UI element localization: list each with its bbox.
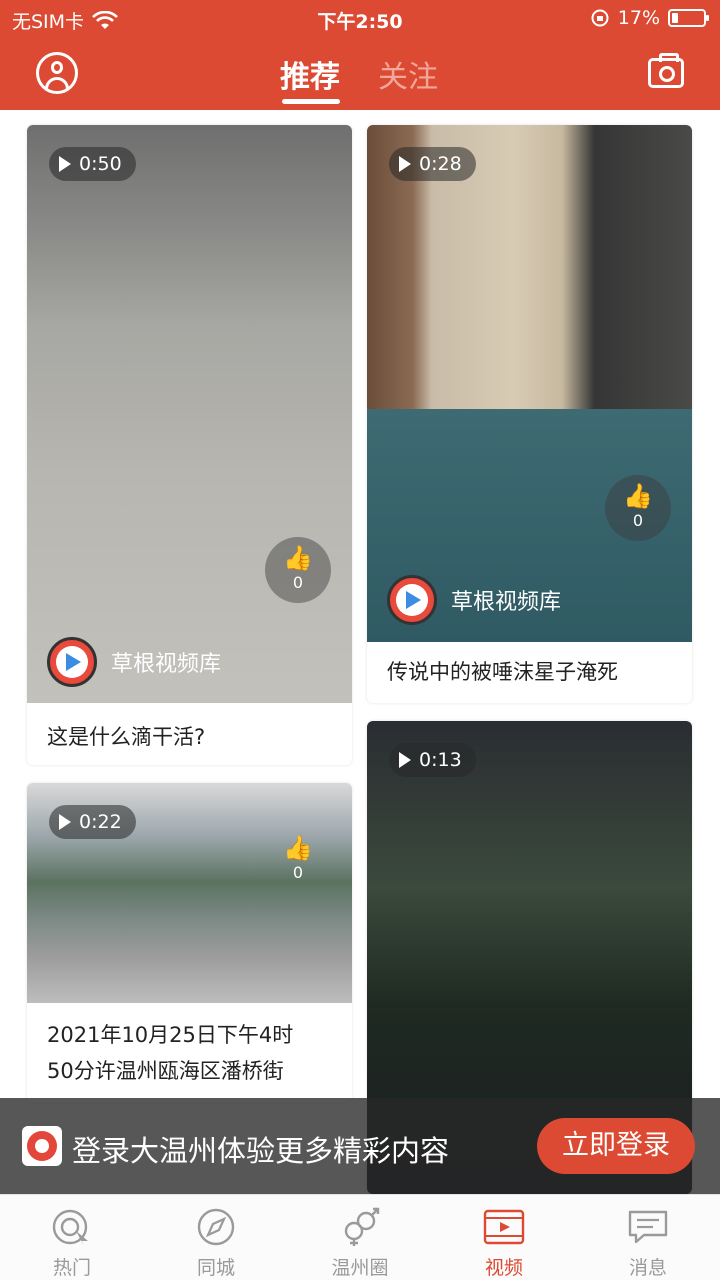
channel-brand: 草根视频库 — [387, 575, 561, 625]
rotation-lock-icon — [591, 9, 609, 27]
tab-hot[interactable]: 热门 — [0, 1195, 144, 1280]
video-card[interactable]: 0:50 👍 0 草根视频库 这是什么滴干活? — [27, 125, 352, 765]
tab-local[interactable]: 同城 — [144, 1195, 288, 1280]
like-count: 0 — [292, 863, 304, 882]
gender-icon — [344, 1207, 380, 1246]
duration-badge: 0:50 — [49, 147, 136, 181]
tab-label: 消息 — [628, 1257, 667, 1279]
video-thumbnail[interactable]: 0:28 👍 0 草根视频库 — [367, 125, 692, 642]
thumbs-up-icon: 👍 — [283, 544, 313, 572]
profile-icon[interactable] — [36, 52, 78, 94]
like-button[interactable]: 👍 0 — [605, 475, 671, 541]
video-title-line: 50分许温州瓯海区潘桥街 — [47, 1059, 284, 1083]
like-button[interactable]: 👍 0 — [265, 827, 331, 893]
battery-percent: 17% — [617, 7, 660, 29]
channel-brand: 草根视频库 — [47, 637, 221, 687]
video-thumbnail[interactable]: 0:50 👍 0 草根视频库 — [27, 125, 352, 703]
channel-name: 草根视频库 — [111, 652, 222, 677]
video-card[interactable]: 0:22 👍 0 2021年10月25日下午4时 50分许温州瓯海区潘桥街 — [27, 783, 352, 1103]
video-title: 这是什么滴干活? — [47, 725, 206, 749]
tab-label: 热门 — [52, 1257, 91, 1279]
tab-label: 温州圈 — [331, 1257, 389, 1279]
video-title-line: 2021年10月25日下午4时 — [47, 1023, 294, 1047]
video-title: 传说中的被唾沫星子淹死 — [387, 660, 618, 684]
compass-icon — [197, 1208, 235, 1246]
tab-wenzhou-circle[interactable]: 温州圈 — [288, 1195, 432, 1280]
channel-logo-icon — [47, 637, 97, 687]
tab-label: 同城 — [196, 1257, 235, 1279]
play-icon — [399, 156, 411, 172]
like-count: 0 — [632, 511, 644, 530]
tab-following[interactable]: 关注 — [378, 52, 438, 96]
video-thumbnail[interactable]: 0:22 👍 0 — [27, 783, 352, 1003]
app-logo-icon — [22, 1126, 62, 1166]
play-icon — [59, 156, 71, 172]
like-count: 0 — [292, 573, 304, 592]
video-title: 2021年10月25日下午4时 50分许温州瓯海区潘桥街 — [27, 1003, 352, 1089]
app-header: 无SIM卡 下午2:50 17% 推荐 关注 — [0, 0, 720, 110]
duration-badge: 0:22 — [49, 805, 136, 839]
thumbs-up-icon: 👍 — [283, 834, 313, 862]
message-icon — [628, 1210, 668, 1244]
video-icon — [483, 1209, 525, 1245]
bottom-tab-bar: 热门 同城 温州圈 视频 消息 — [0, 1194, 720, 1280]
video-card[interactable]: 0:28 👍 0 草根视频库 传说中的被唾沫星子淹死 — [367, 125, 692, 703]
tab-recommended[interactable]: 推荐 — [280, 52, 340, 96]
camera-icon[interactable] — [648, 53, 684, 88]
login-prompt: 登录大温州体验更多精彩内容 — [72, 1134, 450, 1168]
play-icon — [399, 752, 411, 768]
battery-icon — [668, 9, 709, 27]
play-icon — [59, 814, 71, 830]
channel-name: 草根视频库 — [451, 590, 562, 615]
like-button[interactable]: 👍 0 — [265, 537, 331, 603]
tab-messages[interactable]: 消息 — [576, 1195, 720, 1280]
tab-video[interactable]: 视频 — [432, 1195, 576, 1280]
status-bar: 无SIM卡 下午2:50 17% — [0, 0, 720, 36]
hot-icon — [52, 1209, 88, 1246]
login-banner: 登录大温州体验更多精彩内容 立即登录 — [0, 1098, 720, 1194]
duration-badge: 0:13 — [389, 743, 476, 777]
active-tab-indicator — [282, 99, 340, 104]
thumbs-up-icon: 👍 — [623, 482, 653, 510]
channel-logo-icon — [387, 575, 437, 625]
duration-badge: 0:28 — [389, 147, 476, 181]
tab-label: 视频 — [484, 1257, 523, 1279]
login-button[interactable]: 立即登录 — [537, 1118, 695, 1174]
